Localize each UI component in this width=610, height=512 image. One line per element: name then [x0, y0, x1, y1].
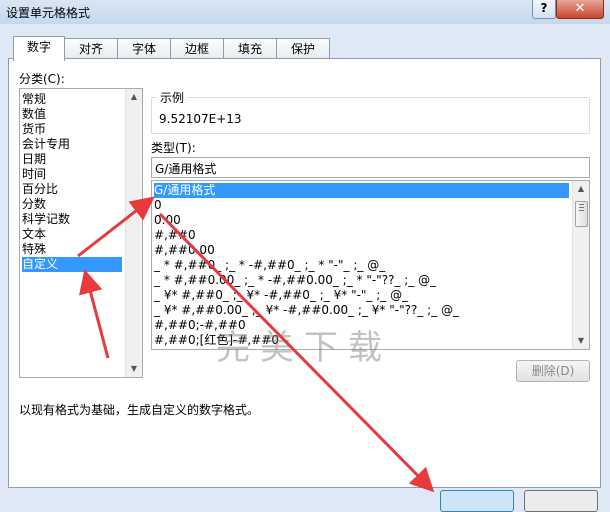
- arrow-to-type-list: [77, 196, 155, 258]
- annotation-arrows: [77, 196, 435, 493]
- arrow-to-custom-category: [79, 269, 110, 359]
- arrow-to-ok-button: [158, 212, 435, 493]
- tab-number[interactable]: 数字: [13, 36, 65, 61]
